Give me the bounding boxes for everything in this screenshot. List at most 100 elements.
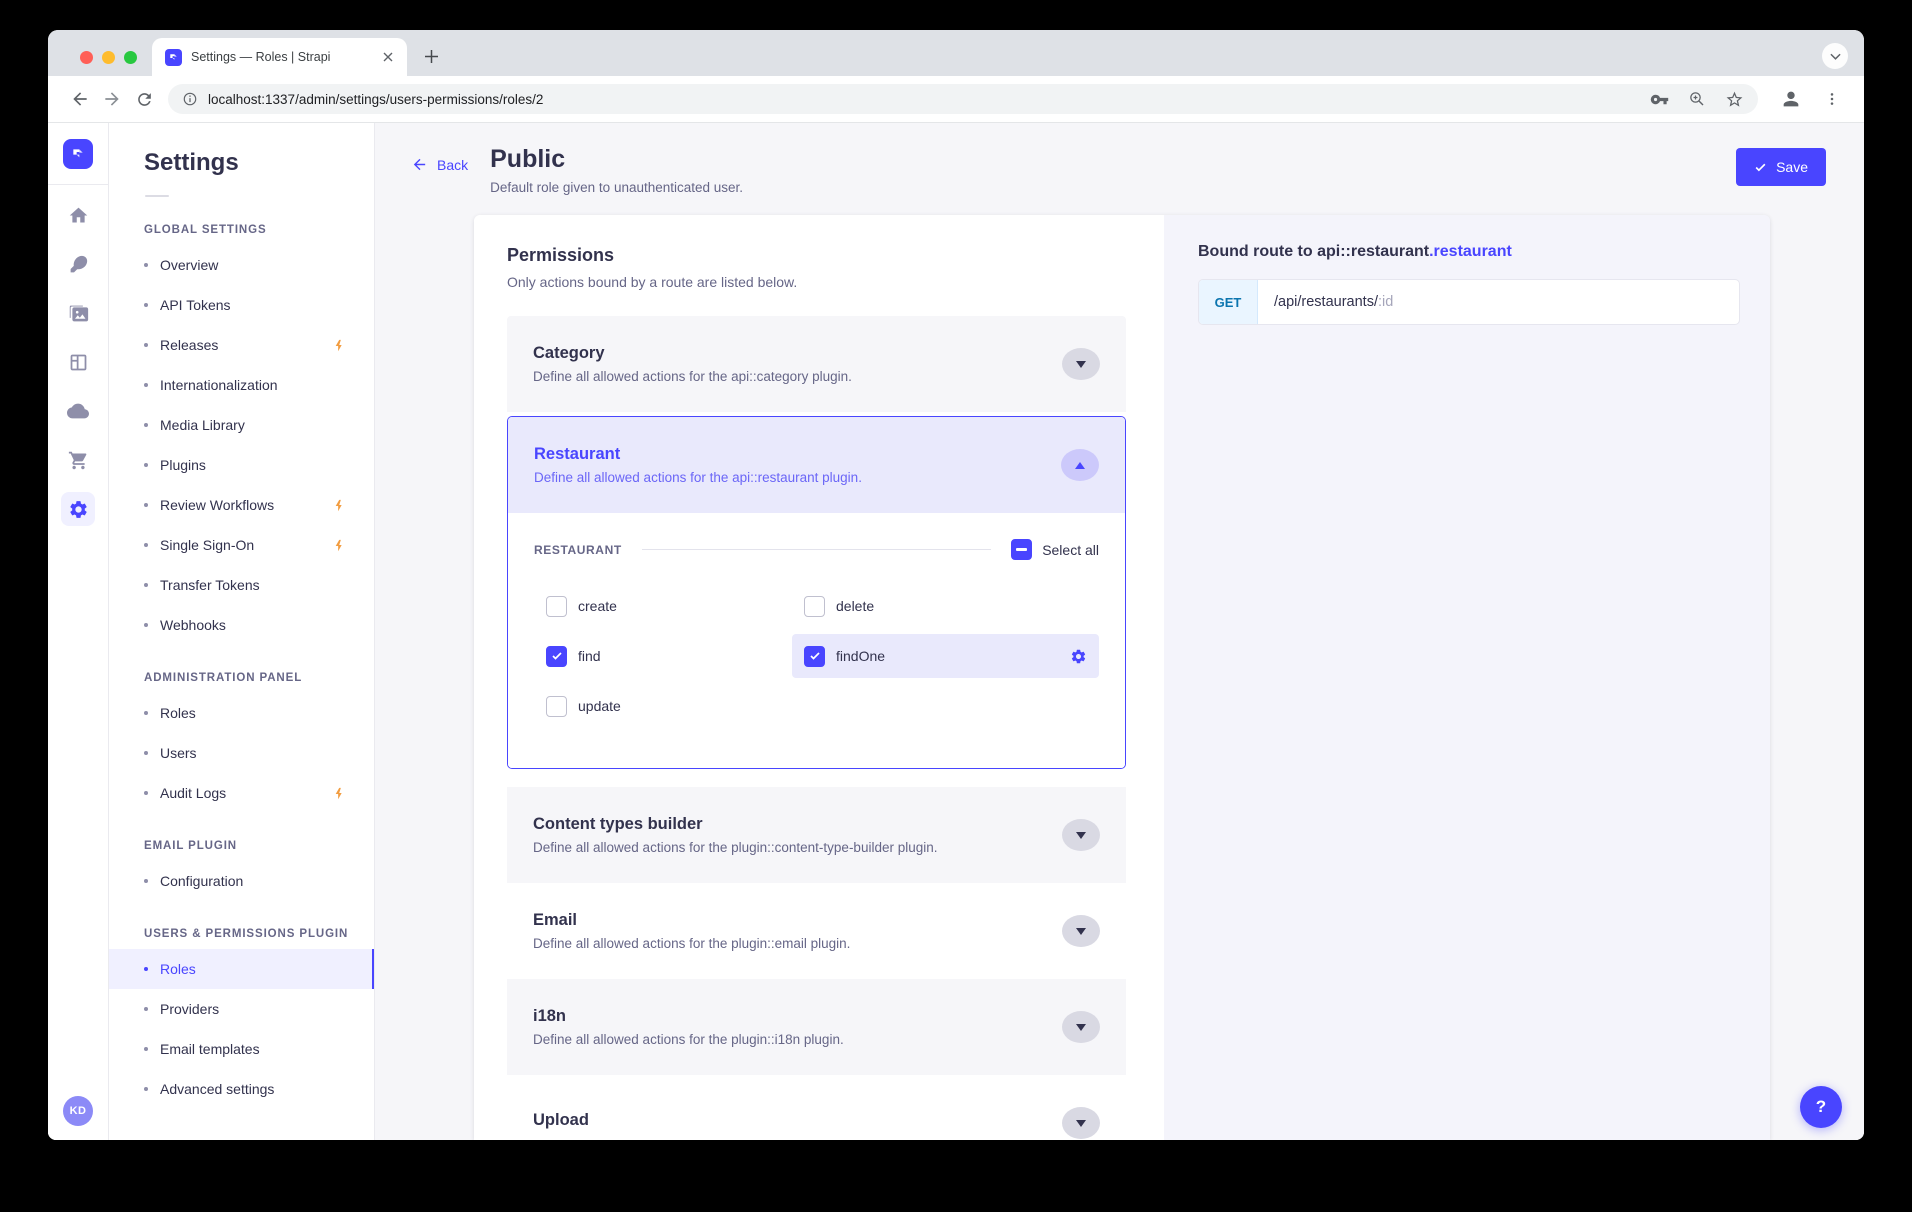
chevron-down-icon[interactable] xyxy=(1062,348,1100,380)
permissions-heading: Permissions xyxy=(507,245,1126,266)
update-checkbox[interactable] xyxy=(546,696,567,717)
find-checkbox[interactable] xyxy=(546,646,567,667)
actions-grid: create delete xyxy=(534,584,1099,728)
bullet-icon xyxy=(144,343,148,347)
bullet-icon xyxy=(144,463,148,467)
select-all-checkbox[interactable] xyxy=(1011,539,1032,560)
save-button[interactable]: Save xyxy=(1736,148,1826,186)
forward-icon[interactable] xyxy=(96,83,128,115)
user-avatar[interactable]: KD xyxy=(63,1096,93,1126)
sidebar-item-audit-logs[interactable]: Audit Logs xyxy=(109,773,374,813)
bullet-icon xyxy=(144,751,148,755)
advanced-settings-gear-icon[interactable] xyxy=(1070,648,1087,665)
zoom-page-icon[interactable] xyxy=(1688,90,1706,108)
tab-close-icon[interactable] xyxy=(379,48,397,66)
select-all-control[interactable]: Select all xyxy=(1011,539,1099,560)
help-button[interactable]: ? xyxy=(1800,1086,1842,1128)
sidebar-item-single-sign-on[interactable]: Single Sign-On xyxy=(109,525,374,565)
chevron-down-icon[interactable] xyxy=(1062,819,1100,851)
accordion-stack: Category Define all allowed actions for … xyxy=(507,316,1126,1140)
sidebar-item-webhooks[interactable]: Webhooks xyxy=(109,605,374,645)
permission-update: update xyxy=(534,684,786,728)
password-key-icon[interactable] xyxy=(1650,90,1669,109)
window-controls xyxy=(80,51,137,64)
sidebar-item-admin-users[interactable]: Users xyxy=(109,733,374,773)
content-manager-feather-icon[interactable] xyxy=(61,247,95,281)
restaurant-permissions-body: RESTAURANT Select all xyxy=(508,513,1125,768)
sidebar-item-transfer-tokens[interactable]: Transfer Tokens xyxy=(109,565,374,605)
media-library-icon[interactable] xyxy=(61,296,95,330)
sidebar-item-internationalization[interactable]: Internationalization xyxy=(109,365,374,405)
sidebar-item-email-templates[interactable]: Email templates xyxy=(109,1029,374,1069)
group-label: RESTAURANT xyxy=(534,543,622,557)
bookmark-star-icon[interactable] xyxy=(1725,90,1744,109)
accordion-content-types-builder[interactable]: Content types builder Define all allowed… xyxy=(507,787,1126,883)
chevron-up-icon[interactable] xyxy=(1061,449,1099,481)
url-text[interactable]: localhost:1337/admin/settings/users-perm… xyxy=(208,92,1650,107)
back-icon[interactable] xyxy=(64,83,96,115)
sidebar-item-advanced-settings[interactable]: Advanced settings xyxy=(109,1069,374,1109)
bullet-icon xyxy=(144,543,148,547)
findone-checkbox[interactable] xyxy=(804,646,825,667)
close-window-button[interactable] xyxy=(80,51,93,64)
settings-gear-icon[interactable] xyxy=(61,492,95,526)
back-link[interactable]: Back xyxy=(411,156,468,173)
title-block: Public Default role given to unauthentic… xyxy=(490,145,743,195)
section-label-global-settings: GLOBAL SETTINGS xyxy=(109,224,374,236)
sidebar-item-plugins[interactable]: Plugins xyxy=(109,445,374,485)
new-tab-button[interactable] xyxy=(417,42,445,70)
strapi-app: KD Settings GLOBAL SETTINGS Overview API… xyxy=(48,123,1864,1140)
create-checkbox[interactable] xyxy=(546,596,567,617)
accordion-restaurant-header[interactable]: Restaurant Define all allowed actions fo… xyxy=(508,417,1125,513)
delete-checkbox[interactable] xyxy=(804,596,825,617)
chevron-down-icon[interactable] xyxy=(1062,1011,1100,1043)
accordion-i18n[interactable]: i18n Define all allowed actions for the … xyxy=(507,979,1126,1075)
accordion-restaurant-expanded: Restaurant Define all allowed actions fo… xyxy=(507,416,1126,769)
zoom-window-button[interactable] xyxy=(124,51,137,64)
main-content: Back Public Default role given to unauth… xyxy=(375,123,1864,1140)
lightning-badge-icon xyxy=(333,787,346,800)
route-param: :id xyxy=(1378,294,1393,310)
sidebar-item-email-configuration[interactable]: Configuration xyxy=(109,861,374,901)
bullet-icon xyxy=(144,1047,148,1051)
bullet-icon xyxy=(144,583,148,587)
reload-icon[interactable] xyxy=(128,83,160,115)
home-icon[interactable] xyxy=(61,198,95,232)
main-nav-rail: KD xyxy=(48,123,109,1140)
chevron-down-icon[interactable] xyxy=(1062,1107,1100,1139)
url-bar[interactable]: localhost:1337/admin/settings/users-perm… xyxy=(168,84,1758,114)
sidebar-item-api-tokens[interactable]: API Tokens xyxy=(109,285,374,325)
sidebar-item-review-workflows[interactable]: Review Workflows xyxy=(109,485,374,525)
strapi-logo-icon[interactable] xyxy=(63,139,93,169)
sidebar-item-overview[interactable]: Overview xyxy=(109,245,374,285)
sidebar-item-admin-roles[interactable]: Roles xyxy=(109,693,374,733)
tab-search-chevron-icon[interactable] xyxy=(1822,43,1848,69)
accordion-email[interactable]: Email Define all allowed actions for the… xyxy=(507,883,1126,979)
marketplace-cart-icon[interactable] xyxy=(61,443,95,477)
browser-menu-dots-icon[interactable] xyxy=(1824,91,1840,107)
route-path: /api/restaurants/:id xyxy=(1258,280,1393,324)
site-info-icon[interactable] xyxy=(182,91,198,107)
chevron-down-icon[interactable] xyxy=(1062,915,1100,947)
deploy-cloud-icon[interactable] xyxy=(61,394,95,428)
minimize-window-button[interactable] xyxy=(102,51,115,64)
bullet-icon xyxy=(144,623,148,627)
bullet-icon xyxy=(144,967,148,971)
accordion-upload[interactable]: Upload xyxy=(507,1075,1126,1140)
sidebar-item-media-library[interactable]: Media Library xyxy=(109,405,374,445)
group-divider xyxy=(642,549,991,550)
content-type-builder-icon[interactable] xyxy=(61,345,95,379)
bound-route-panel: Bound route to api::restaurant.restauran… xyxy=(1164,215,1770,1140)
browser-tab-strip: Settings — Roles | Strapi xyxy=(48,30,1864,76)
browser-tab[interactable]: Settings — Roles | Strapi xyxy=(152,38,407,76)
accordion-category[interactable]: Category Define all allowed actions for … xyxy=(507,316,1126,412)
sidebar-item-providers[interactable]: Providers xyxy=(109,989,374,1029)
sidebar-item-up-roles[interactable]: Roles xyxy=(109,949,374,989)
profile-avatar-icon[interactable] xyxy=(1780,88,1802,110)
bullet-icon xyxy=(144,263,148,267)
permission-create: create xyxy=(534,584,786,628)
sidebar-item-releases[interactable]: Releases xyxy=(109,325,374,365)
browser-toolbar: localhost:1337/admin/settings/users-perm… xyxy=(48,76,1864,123)
bullet-icon xyxy=(144,1087,148,1091)
toolbar-right xyxy=(1780,88,1840,110)
